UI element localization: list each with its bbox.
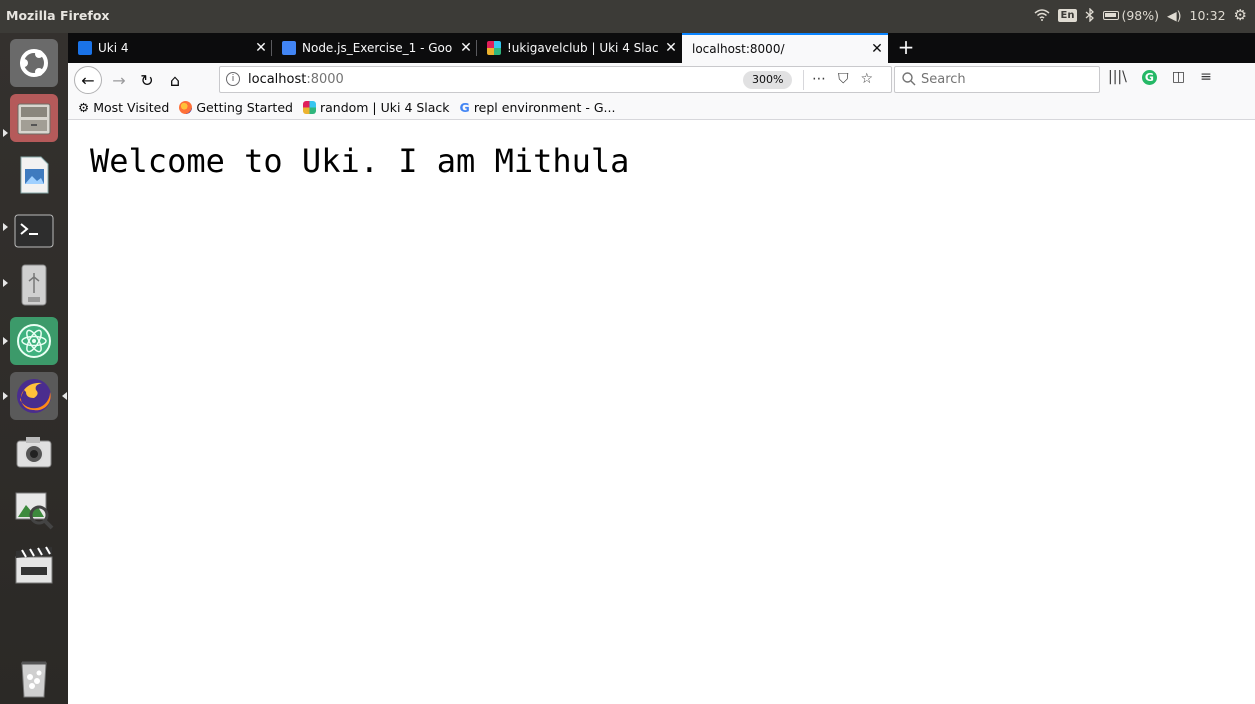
bookmark-label: repl environment - G... [473,100,616,115]
battery-indicator[interactable]: (98%) [1103,8,1159,23]
bluetooth-icon[interactable] [1085,8,1095,22]
running-indicator [3,337,8,345]
bookmark-label: random | Uki 4 Slack [319,100,450,115]
bookmark-random-slack[interactable]: random | Uki 4 Slack [302,100,450,115]
pocket-icon[interactable]: ⛉ [838,71,849,87]
page-heading: Welcome to Uki. I am Mithula [90,142,630,180]
launcher [0,33,68,704]
gear-icon: ⚙ [78,100,90,115]
tab-localhost[interactable]: localhost:8000/ ✕ [682,33,888,63]
camera-icon[interactable] [10,429,58,477]
clock[interactable]: 10:32 [1190,8,1226,23]
bookmark-label: Most Visited [93,100,170,115]
docs-icon [282,41,296,55]
home-button[interactable]: ⌂ [162,67,188,93]
google-icon: G [459,100,470,115]
keyboard-layout-indicator[interactable]: En [1057,8,1078,22]
library-icon[interactable]: |||\ [1108,69,1127,85]
close-tab-icon[interactable]: ✕ [866,41,888,57]
bookmark-star-icon[interactable]: ☆ [861,71,874,87]
forward-button[interactable]: → [106,67,132,93]
bookmark-most-visited[interactable]: ⚙ Most Visited [78,100,169,115]
search-icon [902,72,916,86]
focused-indicator [62,392,67,400]
firefox-icon[interactable] [10,372,58,420]
divider [803,70,804,90]
home-icon: ⌂ [169,70,181,90]
firefox-window: Uki 4 ✕ Node.js_Exercise_1 - Goo ✕ !ukig… [68,33,1255,704]
slack-icon [302,101,316,114]
tab-label: !ukigavelclub | Uki 4 Slac [507,41,659,55]
sidebar-toggle-icon[interactable]: ◫ [1172,69,1185,85]
running-indicator [3,129,8,137]
tab-strip: Uki 4 ✕ Node.js_Exercise_1 - Goo ✕ !ukig… [68,33,1255,63]
tab-uki-4[interactable]: Uki 4 ✕ [68,33,272,63]
hamburger-menu-icon[interactable]: ≡ [1200,69,1212,85]
slack-icon [487,41,501,55]
usb-drive-icon[interactable] [10,261,58,309]
firefox-icon [179,101,193,114]
search-bar[interactable]: Search [894,66,1100,93]
tab-slack[interactable]: !ukigavelclub | Uki 4 Slac ✕ [477,33,682,63]
page-actions-menu-icon[interactable]: ⋯ [812,71,826,87]
url-text[interactable]: localhost:8000 [248,72,344,87]
trash-icon[interactable] [10,653,58,701]
ubuntu-logo-icon[interactable] [10,39,58,87]
navigation-toolbar: ← → ↻ ⌂ i localhost:8000 300% ⋯ ⛉ ☆ Sear… [68,63,1255,96]
atom-icon[interactable] [10,317,58,365]
volume-icon[interactable]: ◀) [1167,8,1182,23]
running-indicator [3,392,8,400]
battery-percent: (98%) [1121,7,1160,23]
battery-icon [1103,10,1120,20]
wifi-icon[interactable] [1034,9,1050,21]
running-indicator [3,223,8,231]
settings-gear-icon[interactable]: ⚙ [1234,6,1247,24]
back-button[interactable]: ← [74,66,102,94]
tab-label: Uki 4 [98,41,129,55]
running-indicator [3,279,8,287]
zoom-reset-button[interactable]: 300% [743,71,793,89]
top-panel: Mozilla Firefox En (98%) ◀) 10:32 ⚙ [0,0,1255,33]
url-port: :8000 [306,72,344,87]
terminal-icon[interactable] [10,207,58,255]
system-tray: En (98%) ◀) 10:32 ⚙ [1034,6,1247,24]
back-arrow-icon: ← [81,70,95,90]
bookmarks-toolbar: ⚙ Most Visited Getting Started random | … [68,96,1255,120]
close-tab-icon[interactable]: ✕ [250,40,272,56]
clapperboard-icon[interactable] [10,541,58,589]
bookmark-getting-started[interactable]: Getting Started [179,100,293,115]
page-actions: ⋯ ⛉ ☆ [812,71,873,87]
url-bar[interactable]: i localhost:8000 300% ⋯ ⛉ ☆ [219,66,892,93]
tab-nodejs-exercise[interactable]: Node.js_Exercise_1 - Goo ✕ [272,33,477,63]
image-viewer-icon[interactable] [10,485,58,533]
tab-label: Node.js_Exercise_1 - Goo [302,41,453,55]
forward-arrow-icon: → [112,70,126,90]
reload-icon: ↻ [140,70,154,90]
page-content: Welcome to Uki. I am Mithula [68,121,1255,704]
document-image-icon[interactable] [10,151,58,199]
close-tab-icon[interactable]: ✕ [455,40,477,56]
url-host: localhost [248,72,307,87]
app-title: Mozilla Firefox [6,8,110,23]
toolbar-right: |||\ G ◫ ≡ [1108,69,1212,85]
new-tab-button[interactable]: + [894,35,918,61]
file-cabinet-icon[interactable] [10,94,58,142]
site-info-icon[interactable]: i [226,72,240,86]
bookmark-repl-environment[interactable]: G repl environment - G... [460,100,616,115]
close-tab-icon[interactable]: ✕ [660,40,682,56]
tab-label: localhost:8000/ [692,42,785,56]
reload-button[interactable]: ↻ [134,67,160,93]
bookmark-label: Getting Started [196,100,293,115]
search-input[interactable]: Search [921,72,966,87]
grammarly-extension-icon[interactable]: G [1141,69,1157,85]
slides-icon [78,41,92,55]
